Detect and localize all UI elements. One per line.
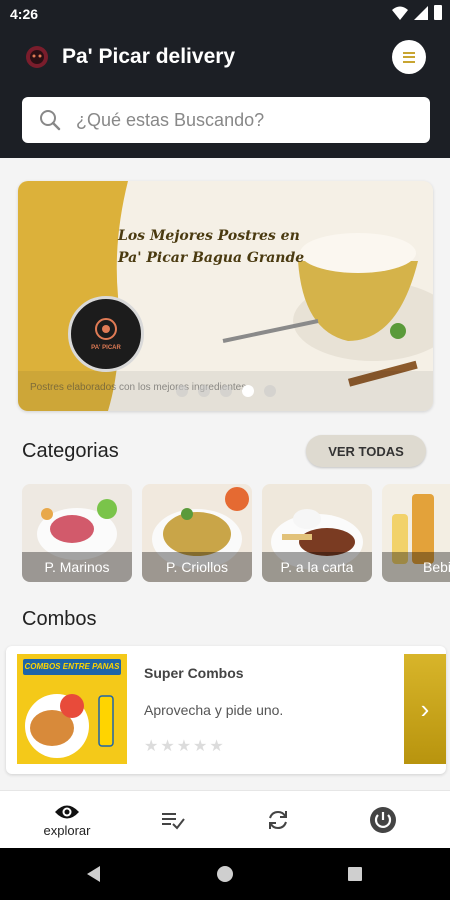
carousel-dot-active[interactable]: [242, 385, 254, 397]
banner-logo: PA' PICAR: [68, 296, 144, 372]
combo-image: COMBOS ENTRE PANAS: [17, 654, 127, 764]
app-title: Pa' Picar delivery: [62, 45, 236, 68]
carousel-dot[interactable]: [264, 385, 276, 397]
system-nav-bar: [0, 848, 450, 900]
categories-title: Categorias: [22, 440, 119, 462]
refresh-icon: [269, 810, 287, 830]
combo-name: Super Combos: [144, 665, 244, 681]
logo-mark-icon: [95, 318, 117, 340]
status-bar: 4:26: [0, 0, 450, 28]
combo-food-graphic: [25, 694, 114, 758]
category-card-criollos[interactable]: P. Criollos: [142, 484, 252, 582]
nav-label: explorar: [43, 822, 91, 838]
list-check-icon: [162, 813, 185, 830]
carousel-dot[interactable]: [198, 385, 210, 397]
category-card-bebidas[interactable]: Bebi: [382, 484, 450, 582]
nav-explorar[interactable]: explorar: [11, 791, 123, 849]
banner-headline: Los Mejores Postres en: [118, 228, 300, 244]
banner-logo-text: PA' PICAR: [91, 345, 121, 351]
bottom-nav: explorar: [0, 790, 450, 848]
see-all-button[interactable]: VER TODAS: [306, 435, 426, 467]
search-icon: [40, 110, 61, 131]
combo-open-button[interactable]: ›: [404, 654, 446, 764]
banner-image: [18, 181, 433, 411]
promo-banner[interactable]: Los Mejores Postres en Pa' Picar Bagua G…: [18, 181, 433, 411]
menu-icon: [403, 51, 415, 63]
carousel-dot[interactable]: [176, 385, 188, 397]
power-icon: [370, 807, 396, 833]
home-icon[interactable]: [217, 866, 233, 882]
combo-card[interactable]: COMBOS ENTRE PANAS Super Combos Aprovech…: [6, 646, 446, 774]
nav-logout[interactable]: [327, 791, 439, 849]
menu-button[interactable]: [392, 40, 426, 74]
carousel-dots: [176, 385, 276, 397]
category-card-marinos[interactable]: P. Marinos: [22, 484, 132, 582]
star-icon: ★: [193, 738, 208, 755]
combo-image-title: COMBOS ENTRE PANAS: [23, 659, 121, 675]
wifi-icon: [392, 6, 408, 20]
nav-refresh[interactable]: [222, 791, 334, 849]
category-label: P. Criollos: [142, 552, 252, 582]
star-icon: ★: [176, 738, 192, 755]
nav-orders[interactable]: [117, 791, 229, 849]
category-label: P. Marinos: [22, 552, 132, 582]
search-input[interactable]: [76, 97, 416, 143]
banner-subheadline: Pa' Picar Bagua Grande: [118, 250, 305, 266]
status-icons: [392, 5, 442, 20]
combo-description: Aprovecha y pide uno.: [144, 702, 284, 718]
carousel-dot[interactable]: [220, 385, 232, 397]
category-label: Bebi: [382, 552, 450, 582]
chevron-right-icon: ›: [420, 693, 430, 724]
back-icon[interactable]: [87, 866, 100, 882]
combos-title: Combos: [22, 608, 97, 630]
rating-stars: ★ ★ ★ ★ ★: [144, 736, 224, 756]
star-icon: ★: [144, 738, 159, 755]
battery-icon: [434, 5, 442, 20]
eye-icon: [55, 805, 79, 818]
categories-list: P. Marinos P. Criollos P. a la carta Beb…: [22, 484, 450, 582]
signal-icon: [414, 5, 428, 20]
search-bar[interactable]: [22, 97, 430, 143]
category-label: P. a la carta: [262, 552, 372, 582]
recents-icon[interactable]: [348, 867, 362, 881]
star-icon: ★: [209, 738, 224, 755]
app-header: 4:26 Pa' Picar delivery: [0, 0, 450, 158]
star-icon: ★: [160, 738, 175, 755]
category-card-carta[interactable]: P. a la carta: [262, 484, 372, 582]
status-time: 4:26: [10, 6, 39, 22]
logo-icon: [26, 46, 48, 68]
